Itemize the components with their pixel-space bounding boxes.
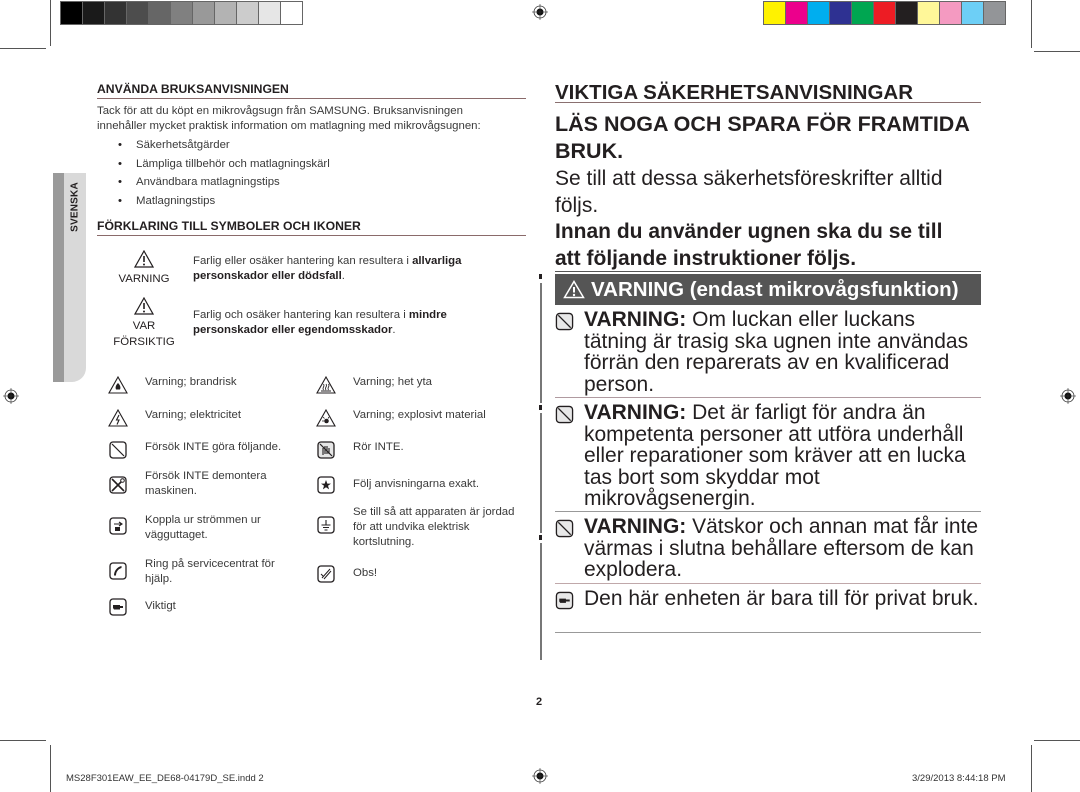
color-swatch xyxy=(874,2,895,24)
important-hand-icon xyxy=(555,591,574,610)
no-disassemble-icon xyxy=(109,476,127,494)
crop-mark xyxy=(50,0,51,46)
crop-mark xyxy=(0,740,46,741)
color-swatch xyxy=(764,2,785,24)
color-swatch xyxy=(105,2,126,24)
color-swatch xyxy=(940,2,961,24)
column-divider xyxy=(540,543,542,660)
intro-paragraph: Tack för att du köpt en mikrovågsugn frå… xyxy=(97,104,537,134)
item-divider xyxy=(555,397,981,398)
fire-hazard-icon xyxy=(108,375,128,394)
color-swatch xyxy=(786,2,807,24)
caution-label-1: VAR xyxy=(132,320,156,332)
important-item: Den här enheten är bara till för privat … xyxy=(555,588,981,610)
divider-mark xyxy=(539,535,542,540)
read-carefully-heading: LÄS NOGA OCH SPARA FÖR FRAMTIDA BRUK. xyxy=(555,112,970,163)
follow-instructions-icon xyxy=(317,476,335,494)
color-swatch xyxy=(852,2,873,24)
divider-mark xyxy=(539,274,542,279)
column-divider xyxy=(540,413,542,533)
item-divider xyxy=(555,632,981,633)
warning-label: VARNING xyxy=(118,273,170,285)
color-swatch xyxy=(127,2,148,24)
hot-surface-icon xyxy=(316,375,336,394)
color-swatch xyxy=(215,2,236,24)
color-swatch xyxy=(918,2,939,24)
warning-item: VARNING: Om luckan eller luckans tätning… xyxy=(555,309,981,395)
explosive-icon xyxy=(316,408,336,427)
crop-mark xyxy=(1034,740,1080,741)
registration-mark-icon xyxy=(1060,388,1076,404)
caution-triangle-icon xyxy=(134,297,154,315)
warning-item: VARNING: Det är farligt för andra än kom… xyxy=(555,402,981,510)
prohibited-icon xyxy=(555,405,574,424)
crop-mark xyxy=(50,745,51,792)
divider-mark xyxy=(539,405,542,410)
warning-triangle-icon xyxy=(134,250,154,268)
list-item: Användbara matlagningstips xyxy=(118,173,330,192)
registration-mark-icon xyxy=(532,768,548,784)
language-tab-label: SVENSKA xyxy=(69,182,81,232)
follow-note: Se till att dessa säkerhetsföreskrifter … xyxy=(555,167,943,217)
caution-label-2: FÖRSIKTIG xyxy=(113,336,175,348)
important-hand-icon xyxy=(109,598,127,616)
color-swatch xyxy=(149,2,170,24)
registration-mark-icon xyxy=(532,4,548,20)
crop-mark xyxy=(1034,51,1080,52)
color-swatch xyxy=(237,2,258,24)
section-heading-symbols: FÖRKLARING TILL SYMBOLER OCH IKONER xyxy=(97,219,526,236)
color-swatch xyxy=(193,2,214,24)
color-swatch xyxy=(83,2,104,24)
crop-mark xyxy=(1031,745,1032,792)
crop-mark xyxy=(0,48,46,49)
electricity-icon xyxy=(108,408,128,427)
prohibited-icon xyxy=(109,441,127,459)
grayscale-color-bar xyxy=(60,1,303,25)
prohibited-icon xyxy=(555,312,574,331)
color-swatch xyxy=(962,2,983,24)
caution-description: Farlig och osäker hantering kan resulter… xyxy=(193,309,447,336)
warning-bar-label: VARNING (endast mikrovågsfunktion) xyxy=(591,277,959,301)
list-item: Matlagningstips xyxy=(118,192,330,211)
color-swatch xyxy=(61,2,82,24)
warning-triangle-icon xyxy=(563,280,585,299)
color-swatch xyxy=(259,2,280,24)
page-number: 2 xyxy=(536,696,543,708)
phone-icon xyxy=(109,562,127,580)
warning-item: VARNING: Vätskor och annan mat får inte … xyxy=(555,516,981,581)
intro-line: innehåller mycket praktisk information o… xyxy=(97,120,481,132)
registration-mark-icon xyxy=(3,388,19,404)
intro-line: Tack för att du köpt en mikrovågsugn frå… xyxy=(97,105,463,117)
contents-list: Säkerhetsåtgärder Lämpliga tillbehör och… xyxy=(118,136,330,210)
color-swatch xyxy=(281,2,302,24)
ground-icon xyxy=(317,516,335,534)
prohibited-icon xyxy=(555,519,574,538)
title-underline xyxy=(555,102,981,103)
color-swatch xyxy=(808,2,829,24)
note-icon xyxy=(317,565,335,583)
unplug-icon xyxy=(109,517,127,535)
column-divider xyxy=(540,283,542,403)
before-use-heading: Innan du använder ugnen ska du se till a… xyxy=(555,220,943,270)
footer-file-name: MS28F301EAW_EE_DE68-04179D_SE.indd 2 xyxy=(66,773,264,784)
color-swatch xyxy=(830,2,851,24)
microwave-warning-bar: VARNING (endast mikrovågsfunktion) xyxy=(555,274,981,305)
color-swatch xyxy=(171,2,192,24)
color-swatch xyxy=(896,2,917,24)
section-heading-using-manual: ANVÄNDA BRUKSANVISNINGEN xyxy=(97,82,526,99)
footer-timestamp: 3/29/2013 8:44:18 PM xyxy=(912,773,1006,784)
warning-description: Farlig eller osäker hantering kan result… xyxy=(193,255,462,282)
color-swatch xyxy=(984,2,1005,24)
section-divider xyxy=(555,271,981,272)
list-item: Säkerhetsåtgärder xyxy=(118,136,330,155)
do-not-touch-icon xyxy=(317,441,335,459)
language-tab: SVENSKA xyxy=(53,173,86,382)
crop-mark xyxy=(1031,0,1032,48)
item-divider xyxy=(555,583,981,584)
list-item: Lämpliga tillbehör och matlagningskärl xyxy=(118,155,330,174)
item-divider xyxy=(555,511,981,512)
cmyk-color-bar xyxy=(763,1,1006,25)
